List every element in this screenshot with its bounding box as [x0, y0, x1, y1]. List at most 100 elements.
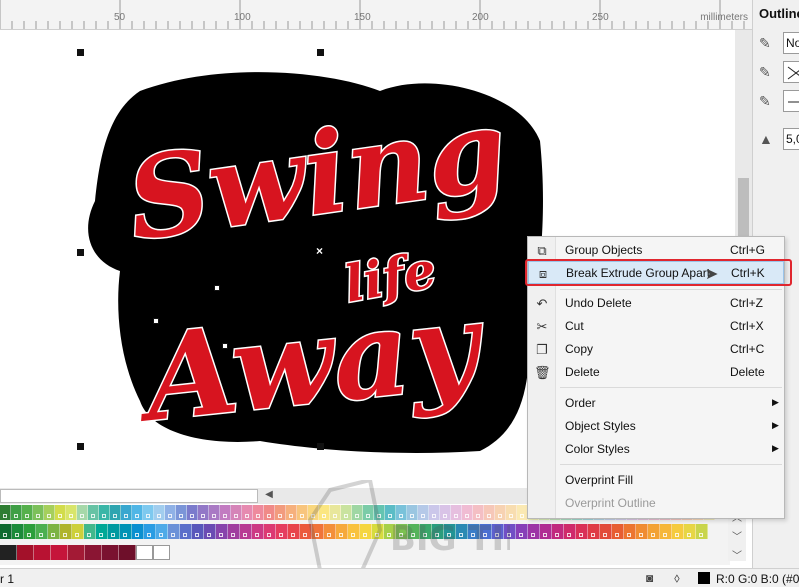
menu-item-color-styles[interactable]: Color Styles ▶ [528, 438, 784, 461]
palette-swatch[interactable] [432, 524, 444, 539]
palette-swatch[interactable] [324, 524, 336, 539]
palette-swatch[interactable] [132, 524, 144, 539]
palette-swatch[interactable] [429, 505, 440, 520]
palette-swatch[interactable] [684, 524, 696, 539]
palette-swatch[interactable] [96, 524, 108, 539]
palette-swatch[interactable] [444, 524, 456, 539]
palette-swatch[interactable] [24, 524, 36, 539]
palette-swatch[interactable] [121, 505, 132, 520]
palette-swatch[interactable] [48, 524, 60, 539]
palette-swatch[interactable] [528, 524, 540, 539]
menu-item-delete[interactable]: 🗑 Delete Delete [528, 361, 784, 384]
palette-swatch[interactable] [153, 545, 170, 560]
palette-swatch[interactable] [110, 505, 121, 520]
palette-swatch[interactable] [396, 505, 407, 520]
palette-swatch[interactable] [231, 505, 242, 520]
palette-swatch[interactable] [451, 505, 462, 520]
palette-swatch[interactable] [552, 524, 564, 539]
palette-swatch[interactable] [12, 524, 24, 539]
palette-swatch[interactable] [66, 505, 77, 520]
palette-swatch[interactable] [99, 505, 110, 520]
palette-swatch[interactable] [253, 505, 264, 520]
selection-handle[interactable] [77, 443, 84, 450]
palette-swatch[interactable] [216, 524, 228, 539]
chevron-down-icon[interactable]: ﹀ [728, 528, 746, 543]
palette-swatch[interactable] [672, 524, 684, 539]
palette-swatch[interactable] [209, 505, 220, 520]
palette-swatch[interactable] [660, 524, 672, 539]
palette-swatch[interactable] [576, 524, 588, 539]
palette-swatch[interactable] [108, 524, 120, 539]
fill-bucket-icon[interactable]: ⬨ [674, 570, 680, 586]
palette-swatch[interactable] [504, 524, 516, 539]
palette-swatch[interactable] [440, 505, 451, 520]
selection-handle[interactable] [77, 249, 84, 256]
menu-item-cut[interactable]: ✂ Cut Ctrl+X [528, 315, 784, 338]
palette-swatch[interactable] [120, 524, 132, 539]
palette-swatch[interactable] [33, 505, 44, 520]
palette-swatch[interactable] [462, 505, 473, 520]
path-node[interactable] [153, 318, 159, 324]
palette-swatch[interactable] [624, 524, 636, 539]
palette-swatch[interactable] [360, 524, 372, 539]
palette-swatch[interactable] [384, 524, 396, 539]
palette-swatch[interactable] [0, 505, 11, 520]
palette-swatch[interactable] [418, 505, 429, 520]
chevron-down-icon[interactable]: ﹀ [728, 547, 746, 562]
palette-swatch[interactable] [119, 545, 136, 560]
line-style-picker[interactable] [783, 90, 799, 112]
palette-swatch[interactable] [36, 524, 48, 539]
palette-swatch[interactable] [492, 524, 504, 539]
palette-swatch[interactable] [0, 524, 12, 539]
palette-swatch[interactable] [264, 505, 275, 520]
palette-swatch[interactable] [204, 524, 216, 539]
palette-swatch[interactable] [34, 545, 51, 560]
palette-swatch[interactable] [300, 524, 312, 539]
palette-swatch[interactable] [456, 524, 468, 539]
palette-swatch[interactable] [192, 524, 204, 539]
palette-swatch[interactable] [165, 505, 176, 520]
outline-color-picker[interactable] [783, 61, 799, 83]
horizontal-ruler[interactable]: 50 100 150 200 250 millimeters [0, 0, 752, 30]
snap-icon[interactable]: ◙ [646, 571, 653, 585]
palette-swatch[interactable] [187, 505, 198, 520]
menu-item-order[interactable]: Order ▶ [528, 392, 784, 415]
palette-swatch[interactable] [341, 505, 352, 520]
palette-swatch[interactable] [506, 505, 517, 520]
palette-swatch[interactable] [363, 505, 374, 520]
rotation-center-icon[interactable]: × [316, 244, 323, 258]
palette-swatch[interactable] [144, 524, 156, 539]
palette-swatch[interactable] [480, 524, 492, 539]
menu-item-object-styles[interactable]: Object Styles ▶ [528, 415, 784, 438]
selection-handle[interactable] [77, 49, 84, 56]
palette-swatch[interactable] [17, 545, 34, 560]
palette-swatch[interactable] [484, 505, 495, 520]
scroll-left-icon[interactable]: ◀ [262, 489, 276, 503]
path-node[interactable] [222, 343, 228, 349]
palette-swatch[interactable] [600, 524, 612, 539]
document-tab-label[interactable]: r 1 [0, 572, 14, 586]
palette-swatch[interactable] [385, 505, 396, 520]
palette-swatch[interactable] [286, 505, 297, 520]
palette-swatch[interactable] [288, 524, 300, 539]
palette-swatch[interactable] [84, 524, 96, 539]
palette-swatch[interactable] [264, 524, 276, 539]
palette-swatch[interactable] [102, 545, 119, 560]
palette-swatch[interactable] [648, 524, 660, 539]
palette-swatch[interactable] [420, 524, 432, 539]
selection-handle[interactable] [317, 443, 324, 450]
palette-swatch[interactable] [77, 505, 88, 520]
palette-swatch[interactable] [297, 505, 308, 520]
palette-swatch[interactable] [51, 545, 68, 560]
palette-swatch[interactable] [348, 524, 360, 539]
palette-swatch[interactable] [540, 524, 552, 539]
palette-swatch[interactable] [132, 505, 143, 520]
path-node[interactable] [214, 285, 220, 291]
palette-swatch[interactable] [612, 524, 624, 539]
palette-swatch[interactable] [0, 545, 17, 560]
palette-swatch[interactable] [330, 505, 341, 520]
palette-swatch[interactable] [44, 505, 55, 520]
palette-swatch[interactable] [516, 524, 528, 539]
palette-swatch[interactable] [495, 505, 506, 520]
palette-swatch[interactable] [564, 524, 576, 539]
